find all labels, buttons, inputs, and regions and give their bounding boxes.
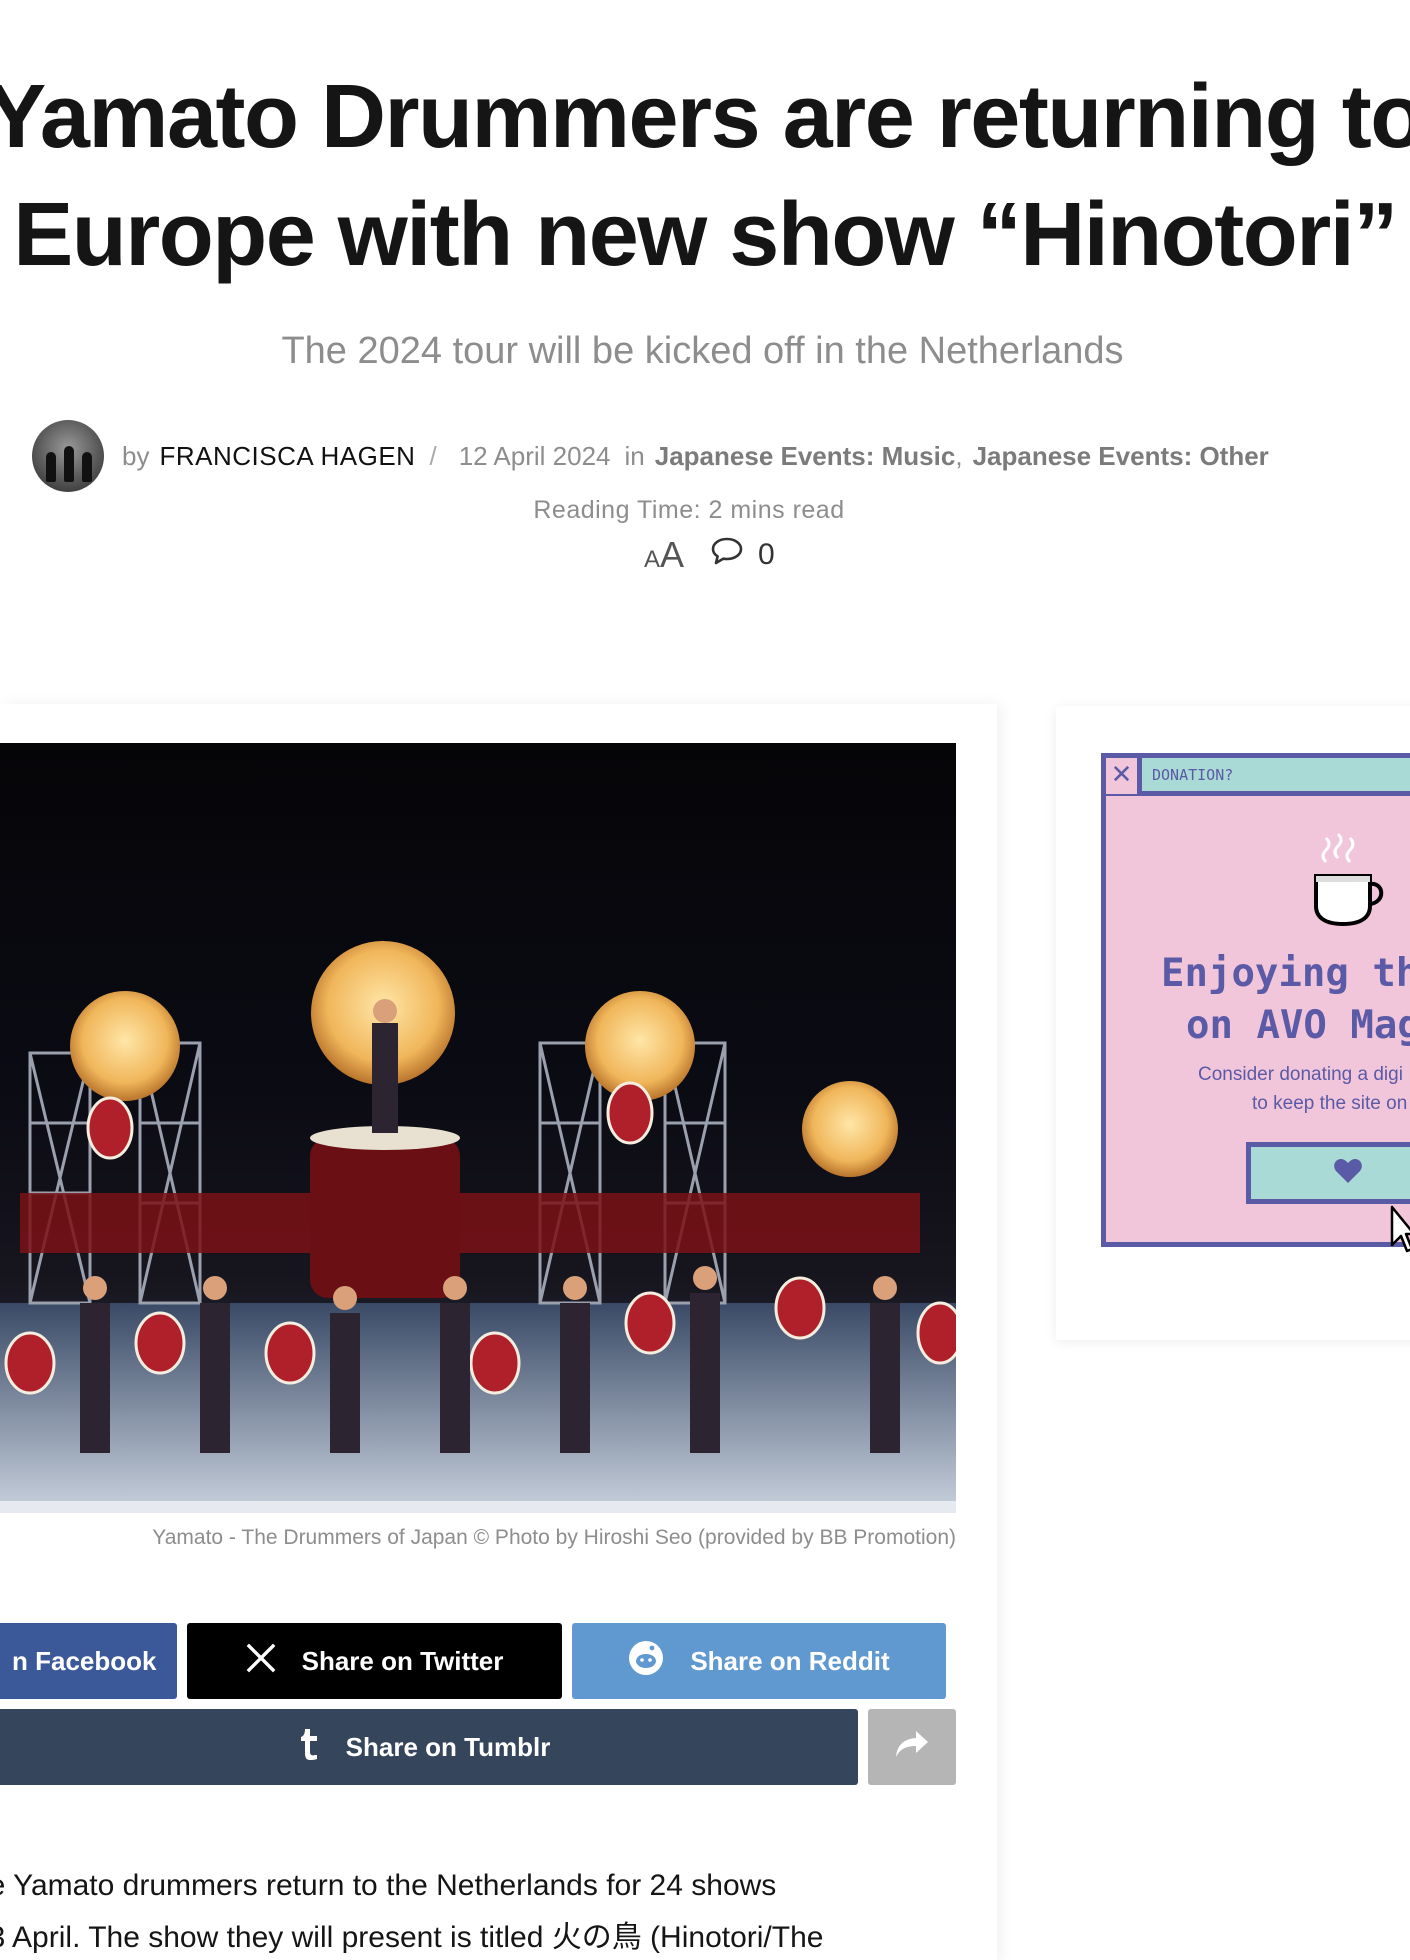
comments-link[interactable]: 0	[710, 536, 775, 574]
font-small-icon: A	[644, 546, 661, 573]
share-facebook-label: n Facebook	[12, 1645, 157, 1676]
article-title: Yamato Drummers are returning to Europe …	[0, 58, 1410, 294]
in-label: in	[624, 440, 645, 471]
tumblr-t-icon	[298, 1727, 320, 1768]
close-icon[interactable]: ✕	[1106, 758, 1142, 794]
share-tumblr-button[interactable]: Share on Tumblr	[0, 1709, 858, 1785]
share-reddit-button[interactable]: Share on Reddit	[572, 1623, 946, 1699]
article-title-line-1: Yamato Drummers are returning to	[0, 67, 1410, 167]
more-share-button[interactable]	[868, 1709, 956, 1785]
reddit-alien-icon	[628, 1640, 664, 1683]
ad-bar-label: DONATION?	[1152, 765, 1234, 784]
ad-heading-line-2: on AVO Maga	[1186, 1003, 1410, 1048]
body-line-1: he Yamato drummers return to the Netherl…	[0, 1869, 777, 1902]
category-link-other[interactable]: Japanese Events: Other	[973, 441, 1269, 472]
font-size-toggle[interactable]: AA	[644, 534, 684, 576]
featured-photo	[0, 743, 956, 1513]
x-logo-icon	[246, 1643, 276, 1680]
author-avatar[interactable]	[32, 420, 104, 492]
donation-ad[interactable]: ✕ DONATION? Enjoying the a on AVO Maga C…	[1101, 753, 1410, 1247]
share-tumblr-label: Share on Tumblr	[345, 1731, 551, 1762]
share-twitter-button[interactable]: Share on Twitter	[187, 1623, 562, 1699]
article-body: he Yamato drummers return to the Netherl…	[0, 1860, 972, 1960]
article-title-line-2: Europe with new show “Hinotori”	[13, 185, 1398, 285]
publish-date: 12 April 2024	[458, 440, 611, 471]
article-subtitle: The 2024 tour will be kicked off in the …	[281, 330, 1124, 372]
share-reddit-label: Share on Reddit	[690, 1645, 890, 1676]
reading-time: Reading Time: 2 mins read	[533, 496, 845, 524]
heart-icon	[1333, 1158, 1363, 1189]
coffee-cup-icon	[1312, 830, 1392, 935]
share-facebook-button[interactable]: n Facebook	[0, 1623, 177, 1699]
ad-heading: Enjoying the a on AVO Maga	[1106, 948, 1410, 1052]
article-tools: AA 0	[644, 534, 775, 576]
mouse-pointer-icon	[1390, 1205, 1410, 1260]
article-meta: by FRANCISCA HAGEN / 12 April 2024 in Ja…	[32, 420, 1269, 492]
speech-bubble-icon	[710, 536, 744, 574]
author-link[interactable]: FRANCISCA HAGEN	[159, 441, 415, 472]
donate-button[interactable]	[1246, 1142, 1410, 1204]
ad-title-bar: ✕ DONATION?	[1106, 758, 1410, 796]
ad-body-line-2: to keep the site on	[1252, 1093, 1408, 1114]
font-big-icon: A	[660, 534, 685, 575]
share-twitter-label: Share on Twitter	[301, 1645, 504, 1676]
ad-body: Consider donating a digi to keep the sit…	[1198, 1060, 1410, 1118]
ad-heading-line-1: Enjoying the a	[1161, 951, 1410, 996]
category-separator: ,	[955, 440, 963, 471]
by-label: by	[122, 440, 150, 471]
photo-caption: Yamato - The Drummers of Japan © Photo b…	[152, 1526, 956, 1549]
ad-body-line-1: Consider donating a digi	[1198, 1064, 1403, 1085]
share-arrow-icon	[894, 1729, 930, 1766]
comment-count: 0	[758, 538, 775, 571]
body-line-2: 13 April. The show they will present is …	[0, 1921, 824, 1954]
meta-separator: /	[429, 440, 437, 471]
category-link-music[interactable]: Japanese Events: Music	[655, 441, 956, 472]
